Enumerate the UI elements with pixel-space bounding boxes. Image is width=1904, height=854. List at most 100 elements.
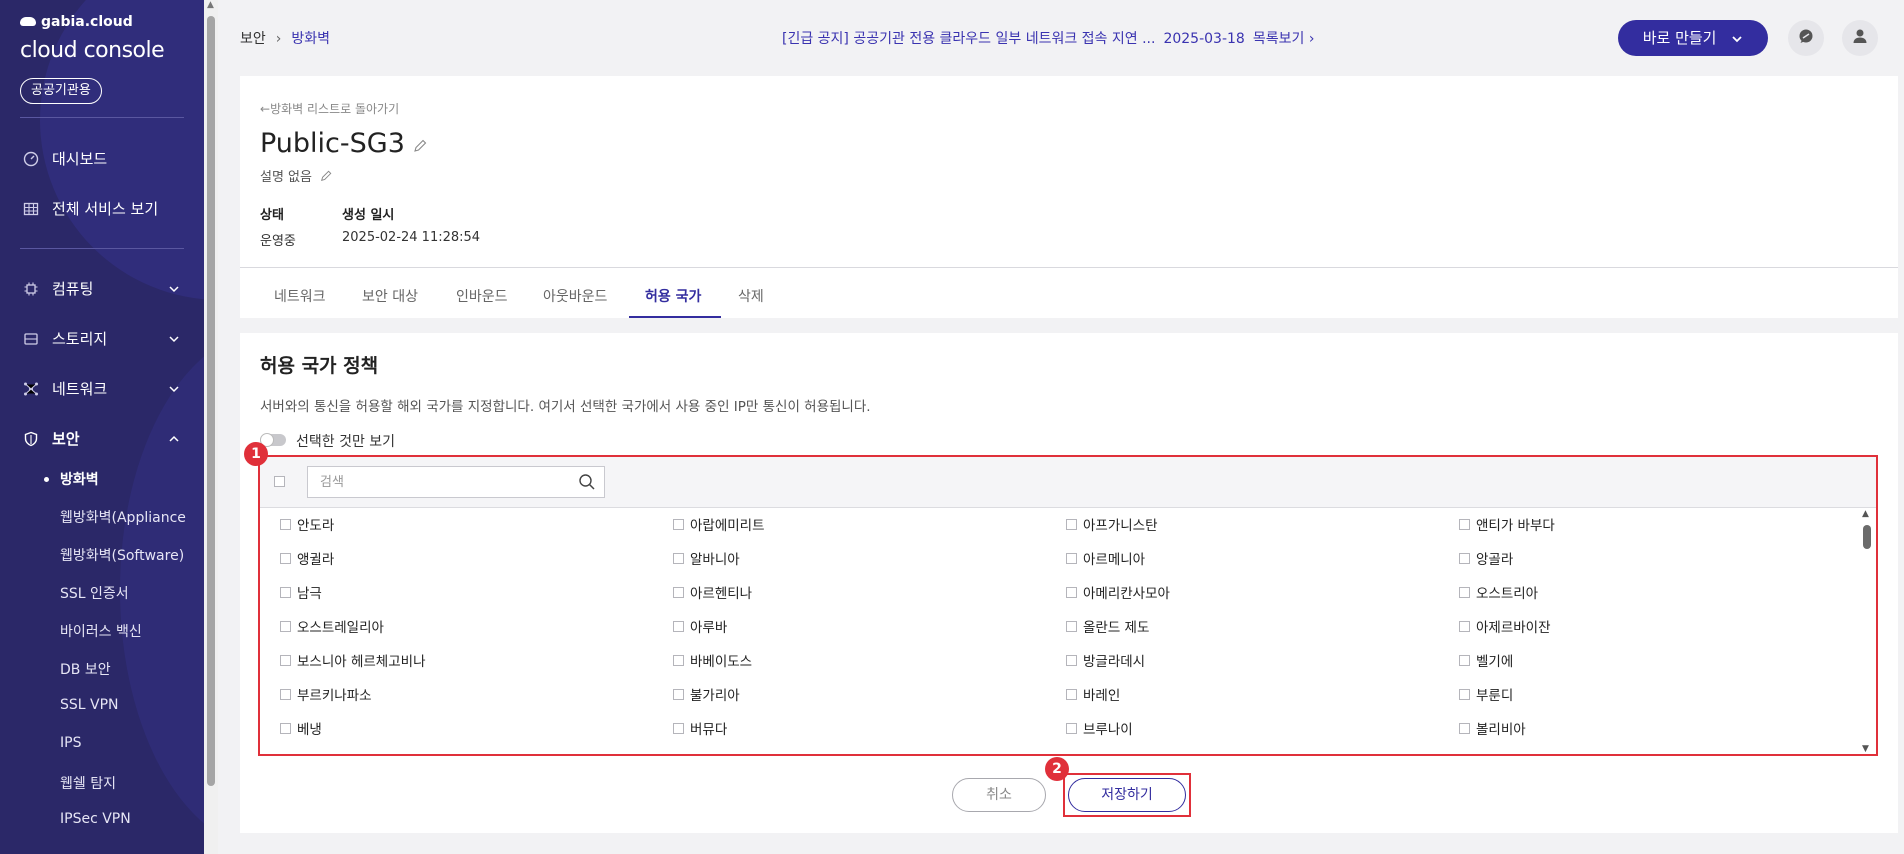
country-checkbox[interactable] (280, 552, 291, 564)
country-option[interactable]: 앵귈라 (280, 548, 334, 568)
tab-network[interactable]: 네트워크 (274, 286, 326, 306)
country-checkbox[interactable] (1066, 518, 1077, 530)
country-option[interactable]: 방글라데시 (1066, 650, 1145, 670)
sidebar-sub-waf-software[interactable]: 웹방화벽(Software) (60, 545, 184, 565)
country-checkbox[interactable] (673, 688, 684, 700)
country-option[interactable]: 오스트레일리아 (280, 616, 384, 636)
scroll-down-icon[interactable]: ▼ (1862, 744, 1869, 754)
sidebar-sub-ipsec-vpn[interactable]: IPSec VPN (60, 811, 131, 827)
sidebar-item-dashboard[interactable]: 대시보드 (22, 144, 186, 174)
tab-security-target[interactable]: 보안 대상 (362, 286, 418, 306)
sidebar-item-all-services[interactable]: 전체 서비스 보기 (22, 194, 186, 224)
sidebar-item-storage[interactable]: 스토리지 (22, 324, 186, 354)
country-option[interactable]: 벨기에 (1459, 650, 1513, 670)
country-checkbox[interactable] (280, 654, 291, 666)
country-checkbox[interactable] (1066, 620, 1077, 632)
notice-banner[interactable]: [긴급 공지] 공공기관 전용 클라우드 일부 네트워크 접속 지연 ... 20… (782, 28, 1314, 48)
country-checkbox[interactable] (673, 620, 684, 632)
scroll-up-icon[interactable]: ▲ (207, 0, 214, 10)
country-checkbox[interactable] (280, 620, 291, 632)
country-checkbox[interactable] (280, 722, 291, 734)
country-checkbox[interactable] (1459, 688, 1470, 700)
sidebar-item-computing[interactable]: 컴퓨팅 (22, 274, 186, 304)
cancel-button[interactable]: 취소 (952, 778, 1046, 812)
country-checkbox[interactable] (673, 518, 684, 530)
country-option[interactable]: 아프가니스탄 (1066, 514, 1158, 534)
pencil-icon[interactable] (320, 170, 332, 186)
country-checkbox[interactable] (1459, 552, 1470, 564)
country-checkbox[interactable] (1066, 552, 1077, 564)
scrollbar-thumb[interactable] (1863, 525, 1871, 549)
country-option[interactable]: 불가리아 (673, 684, 740, 704)
country-checkbox[interactable] (673, 654, 684, 666)
back-to-list-link[interactable]: ←방화벽 리스트로 돌아가기 (260, 100, 399, 117)
country-checkbox[interactable] (1066, 722, 1077, 734)
country-checkbox[interactable] (1066, 688, 1077, 700)
search-icon[interactable] (578, 473, 596, 495)
tab-allowed-countries[interactable]: 허용 국가 (645, 286, 701, 306)
country-option[interactable]: 버뮤다 (673, 718, 727, 738)
country-option[interactable]: 보스니아 헤르체고비나 (280, 650, 426, 670)
country-option[interactable]: 앙골라 (1459, 548, 1513, 568)
country-option[interactable]: 안도라 (280, 514, 334, 534)
country-checkbox[interactable] (1459, 722, 1470, 734)
search-field[interactable] (307, 466, 605, 498)
sidebar-sub-ssl-cert[interactable]: SSL 인증서 (60, 583, 129, 603)
country-option[interactable]: 아랍에미리트 (673, 514, 765, 534)
breadcrumb-security[interactable]: 보안 (240, 31, 266, 47)
country-option[interactable]: 올란드 제도 (1066, 616, 1149, 636)
sidebar-sub-ssl-vpn[interactable]: SSL VPN (60, 697, 119, 713)
country-checkbox[interactable] (673, 722, 684, 734)
sidebar-item-security[interactable]: 보안 (22, 424, 186, 454)
notice-text[interactable]: [긴급 공지] 공공기관 전용 클라우드 일부 네트워크 접속 지연 ... (782, 31, 1155, 47)
save-button[interactable]: 저장하기 (1068, 778, 1186, 812)
sidebar-sub-antivirus[interactable]: 바이러스 백신 (60, 621, 142, 641)
scrollbar-thumb[interactable] (207, 16, 215, 786)
country-checkbox[interactable] (280, 688, 291, 700)
country-checkbox[interactable] (280, 518, 291, 530)
country-checkbox[interactable] (1459, 620, 1470, 632)
country-checkbox[interactable] (1459, 518, 1470, 530)
country-checkbox[interactable] (1066, 586, 1077, 598)
country-option[interactable]: 바베이도스 (673, 650, 752, 670)
country-list-scrollbar[interactable]: ▲ ▼ (1862, 509, 1872, 754)
tab-inbound[interactable]: 인바운드 (456, 286, 508, 306)
country-option[interactable]: 남극 (280, 582, 322, 602)
breadcrumb-firewall[interactable]: 방화벽 (291, 31, 330, 47)
country-checkbox[interactable] (280, 586, 291, 598)
country-checkbox[interactable] (1459, 654, 1470, 666)
country-option[interactable]: 볼리비아 (1459, 718, 1526, 738)
sidebar-sub-firewall[interactable]: 방화벽 (44, 469, 99, 489)
scroll-up-icon[interactable]: ▲ (1862, 509, 1869, 519)
country-checkbox[interactable] (673, 586, 684, 598)
quick-create-button[interactable]: 바로 만들기 (1618, 20, 1768, 56)
country-option[interactable]: 브루나이 (1066, 718, 1133, 738)
country-option[interactable]: 앤티가 바부다 (1459, 514, 1555, 534)
country-option[interactable]: 부룬디 (1459, 684, 1513, 704)
profile-button[interactable] (1842, 20, 1878, 56)
tab-outbound[interactable]: 아웃바운드 (543, 286, 607, 306)
country-checkbox[interactable] (1459, 586, 1470, 598)
notice-more-link[interactable]: 목록보기 (1253, 31, 1305, 47)
country-option[interactable]: 바레인 (1066, 684, 1120, 704)
country-checkbox[interactable] (673, 552, 684, 564)
sidebar-sub-waf-appliance[interactable]: 웹방화벽(Appliance (60, 507, 186, 527)
country-option[interactable]: 오스트리아 (1459, 582, 1538, 602)
country-option[interactable]: 알바니아 (673, 548, 740, 568)
sidebar-item-network[interactable]: 네트워크 (22, 374, 186, 404)
chat-button[interactable] (1788, 20, 1824, 56)
select-all-checkbox[interactable] (274, 476, 285, 487)
sidebar-scrollbar[interactable]: ▲ (204, 0, 218, 854)
sidebar-sub-db-security[interactable]: DB 보안 (60, 659, 111, 679)
sidebar-sub-ips[interactable]: IPS (60, 735, 81, 751)
country-option[interactable]: 아루바 (673, 616, 727, 636)
pencil-icon[interactable] (413, 129, 427, 160)
search-input[interactable] (318, 473, 562, 490)
country-option[interactable]: 아르메니아 (1066, 548, 1145, 568)
country-option[interactable]: 아제르바이잔 (1459, 616, 1551, 636)
sidebar-sub-webshell[interactable]: 웹쉘 탐지 (60, 773, 116, 793)
tab-delete[interactable]: 삭제 (738, 286, 764, 306)
country-option[interactable]: 부르키나파소 (280, 684, 372, 704)
brand-logo[interactable]: gabia.cloud (20, 14, 133, 30)
country-option[interactable]: 아르헨티나 (673, 582, 752, 602)
